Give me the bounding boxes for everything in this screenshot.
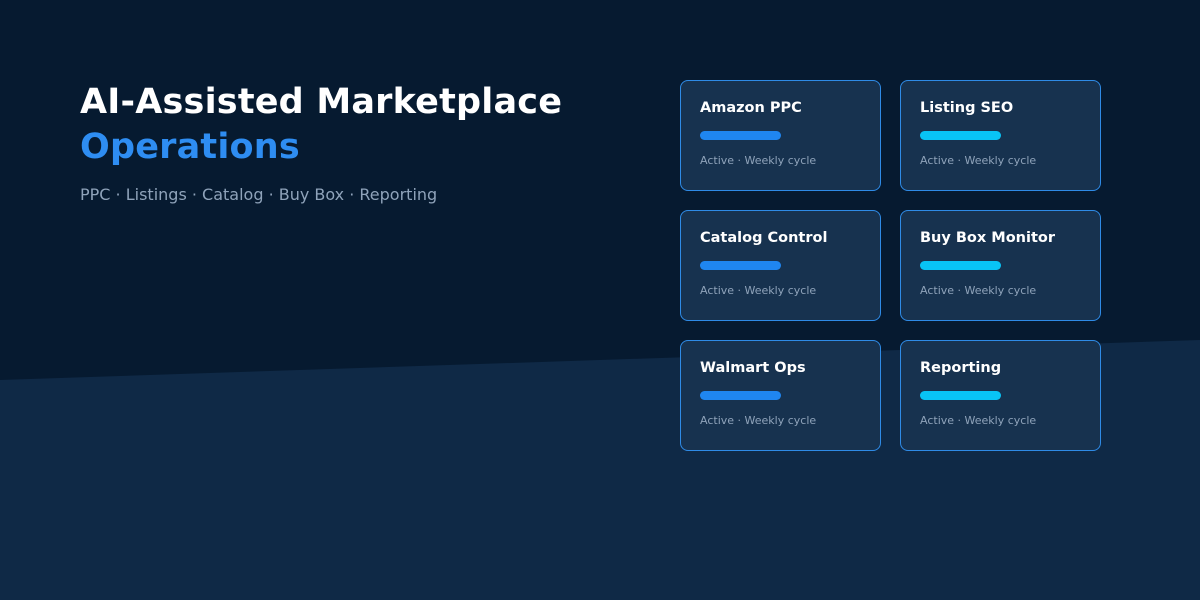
card-status-bar — [700, 131, 781, 140]
card-status-bar — [920, 391, 1001, 400]
module-card-buy-box-monitor[interactable]: Buy Box Monitor Active · Weekly cycle — [900, 210, 1101, 321]
card-status-bar — [700, 261, 781, 270]
module-card-reporting[interactable]: Reporting Active · Weekly cycle — [900, 340, 1101, 451]
card-title: Listing SEO — [920, 100, 1014, 116]
card-title: Amazon PPC — [700, 100, 802, 116]
module-card-listing-seo[interactable]: Listing SEO Active · Weekly cycle — [900, 80, 1101, 191]
card-title: Buy Box Monitor — [920, 230, 1056, 246]
page-title-accent: Operations — [80, 127, 300, 167]
card-status-text: Active · Weekly cycle — [700, 284, 817, 297]
card-status-text: Active · Weekly cycle — [700, 154, 817, 167]
page-title: AI-Assisted Marketplace Operations — [80, 80, 640, 170]
card-status-bar — [920, 261, 1001, 270]
page-title-line1: AI-Assisted Marketplace — [80, 82, 563, 122]
module-card-grid: Amazon PPC Active · Weekly cycle Listing… — [680, 80, 1101, 451]
card-status-text: Active · Weekly cycle — [920, 154, 1037, 167]
card-status-bar — [700, 391, 781, 400]
card-title: Walmart Ops — [700, 360, 806, 376]
module-card-amazon-ppc[interactable]: Amazon PPC Active · Weekly cycle — [680, 80, 881, 191]
card-title: Catalog Control — [700, 230, 828, 246]
hero-section: AI-Assisted Marketplace Operations PPC ·… — [80, 80, 640, 205]
card-status-text: Active · Weekly cycle — [920, 284, 1037, 297]
page-subtitle: PPC · Listings · Catalog · Buy Box · Rep… — [80, 185, 438, 204]
card-status-text: Active · Weekly cycle — [920, 414, 1037, 427]
module-card-walmart-ops[interactable]: Walmart Ops Active · Weekly cycle — [680, 340, 881, 451]
card-status-text: Active · Weekly cycle — [700, 414, 817, 427]
card-title: Reporting — [920, 360, 1002, 376]
module-card-catalog-control[interactable]: Catalog Control Active · Weekly cycle — [680, 210, 881, 321]
card-status-bar — [920, 131, 1001, 140]
